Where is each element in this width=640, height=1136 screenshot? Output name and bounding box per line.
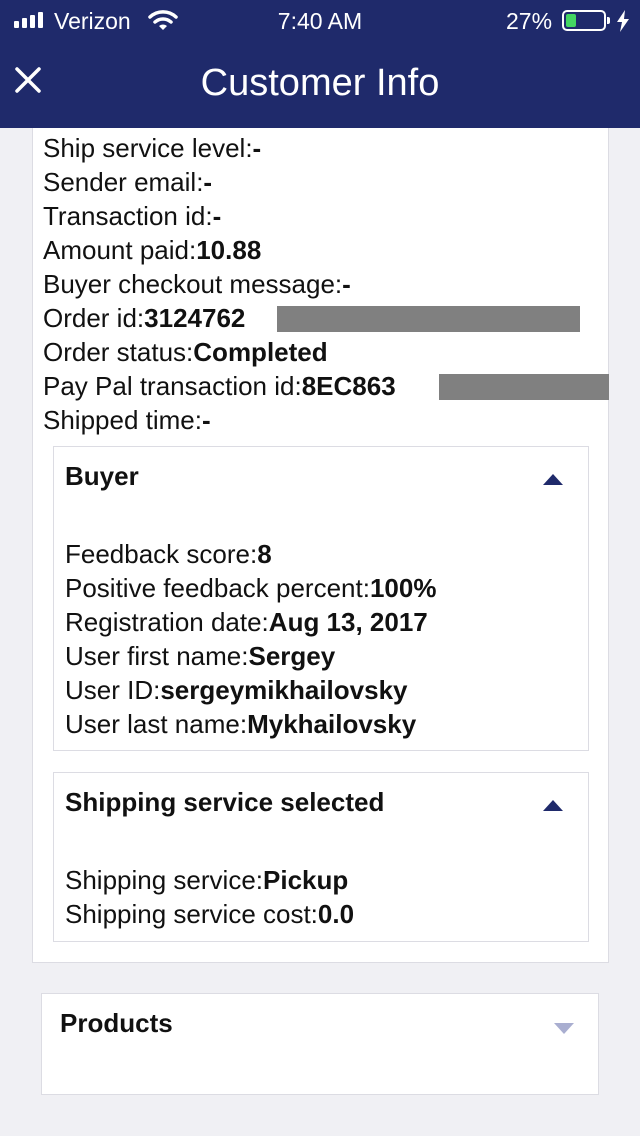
redaction-block	[439, 374, 609, 400]
shipping-field-cost: Shipping service cost:0.0	[65, 899, 355, 929]
nav-bar: Customer Info	[0, 40, 640, 128]
chevron-up-icon[interactable]	[543, 800, 563, 811]
order-field-ship-service-level: Ship service level:-	[43, 133, 262, 163]
buyer-field-feedback-score: Feedback score:8	[65, 539, 272, 569]
order-field-transaction-id: Transaction id:-	[43, 201, 222, 231]
order-field-amount-paid: Amount paid:10.88	[43, 235, 262, 265]
section-title-products: Products	[60, 1008, 173, 1038]
buyer-field-registration-date: Registration date:Aug 13, 2017	[65, 607, 428, 637]
battery-level	[566, 14, 576, 27]
order-field-order-id: Order id:3124762	[43, 303, 246, 333]
battery-percent: 27%	[506, 8, 553, 34]
shipping-field-service: Shipping service:Pickup	[65, 865, 349, 895]
order-field-sender-email: Sender email:-	[43, 167, 213, 197]
buyer-field-first-name: User first name:Sergey	[65, 641, 336, 671]
buyer-field-user-id: User ID:sergeymikhailovsky	[65, 675, 408, 705]
section-title-buyer: Buyer	[65, 461, 139, 491]
battery-icon	[562, 10, 610, 31]
order-field-shipped-time: Shipped time:-	[43, 405, 211, 435]
order-field-paypal-transaction-id: Pay Pal transaction id:8EC863	[43, 371, 396, 401]
buyer-field-positive-feedback: Positive feedback percent:100%	[65, 573, 437, 603]
section-title-shipping: Shipping service selected	[65, 787, 385, 817]
products-section[interactable]: Products	[41, 993, 599, 1095]
order-field-order-status: Order status:Completed	[43, 337, 328, 367]
chevron-down-icon[interactable]	[554, 1023, 574, 1034]
status-bar: Verizon 7:40 AM 27%	[0, 0, 640, 40]
buyer-field-last-name: User last name:Mykhailovsky	[65, 709, 417, 739]
charging-icon	[617, 10, 629, 32]
chevron-up-icon[interactable]	[543, 474, 563, 485]
buyer-section: Buyer Feedback score:8 Positive feedback…	[53, 446, 589, 751]
redaction-block	[277, 306, 580, 332]
page-title: Customer Info	[200, 62, 440, 104]
order-info-card: Ship service level:- Sender email:- Tran…	[32, 128, 609, 963]
shipping-section: Shipping service selected Shipping servi…	[53, 772, 589, 942]
order-field-checkout-message: Buyer checkout message:-	[43, 269, 351, 299]
